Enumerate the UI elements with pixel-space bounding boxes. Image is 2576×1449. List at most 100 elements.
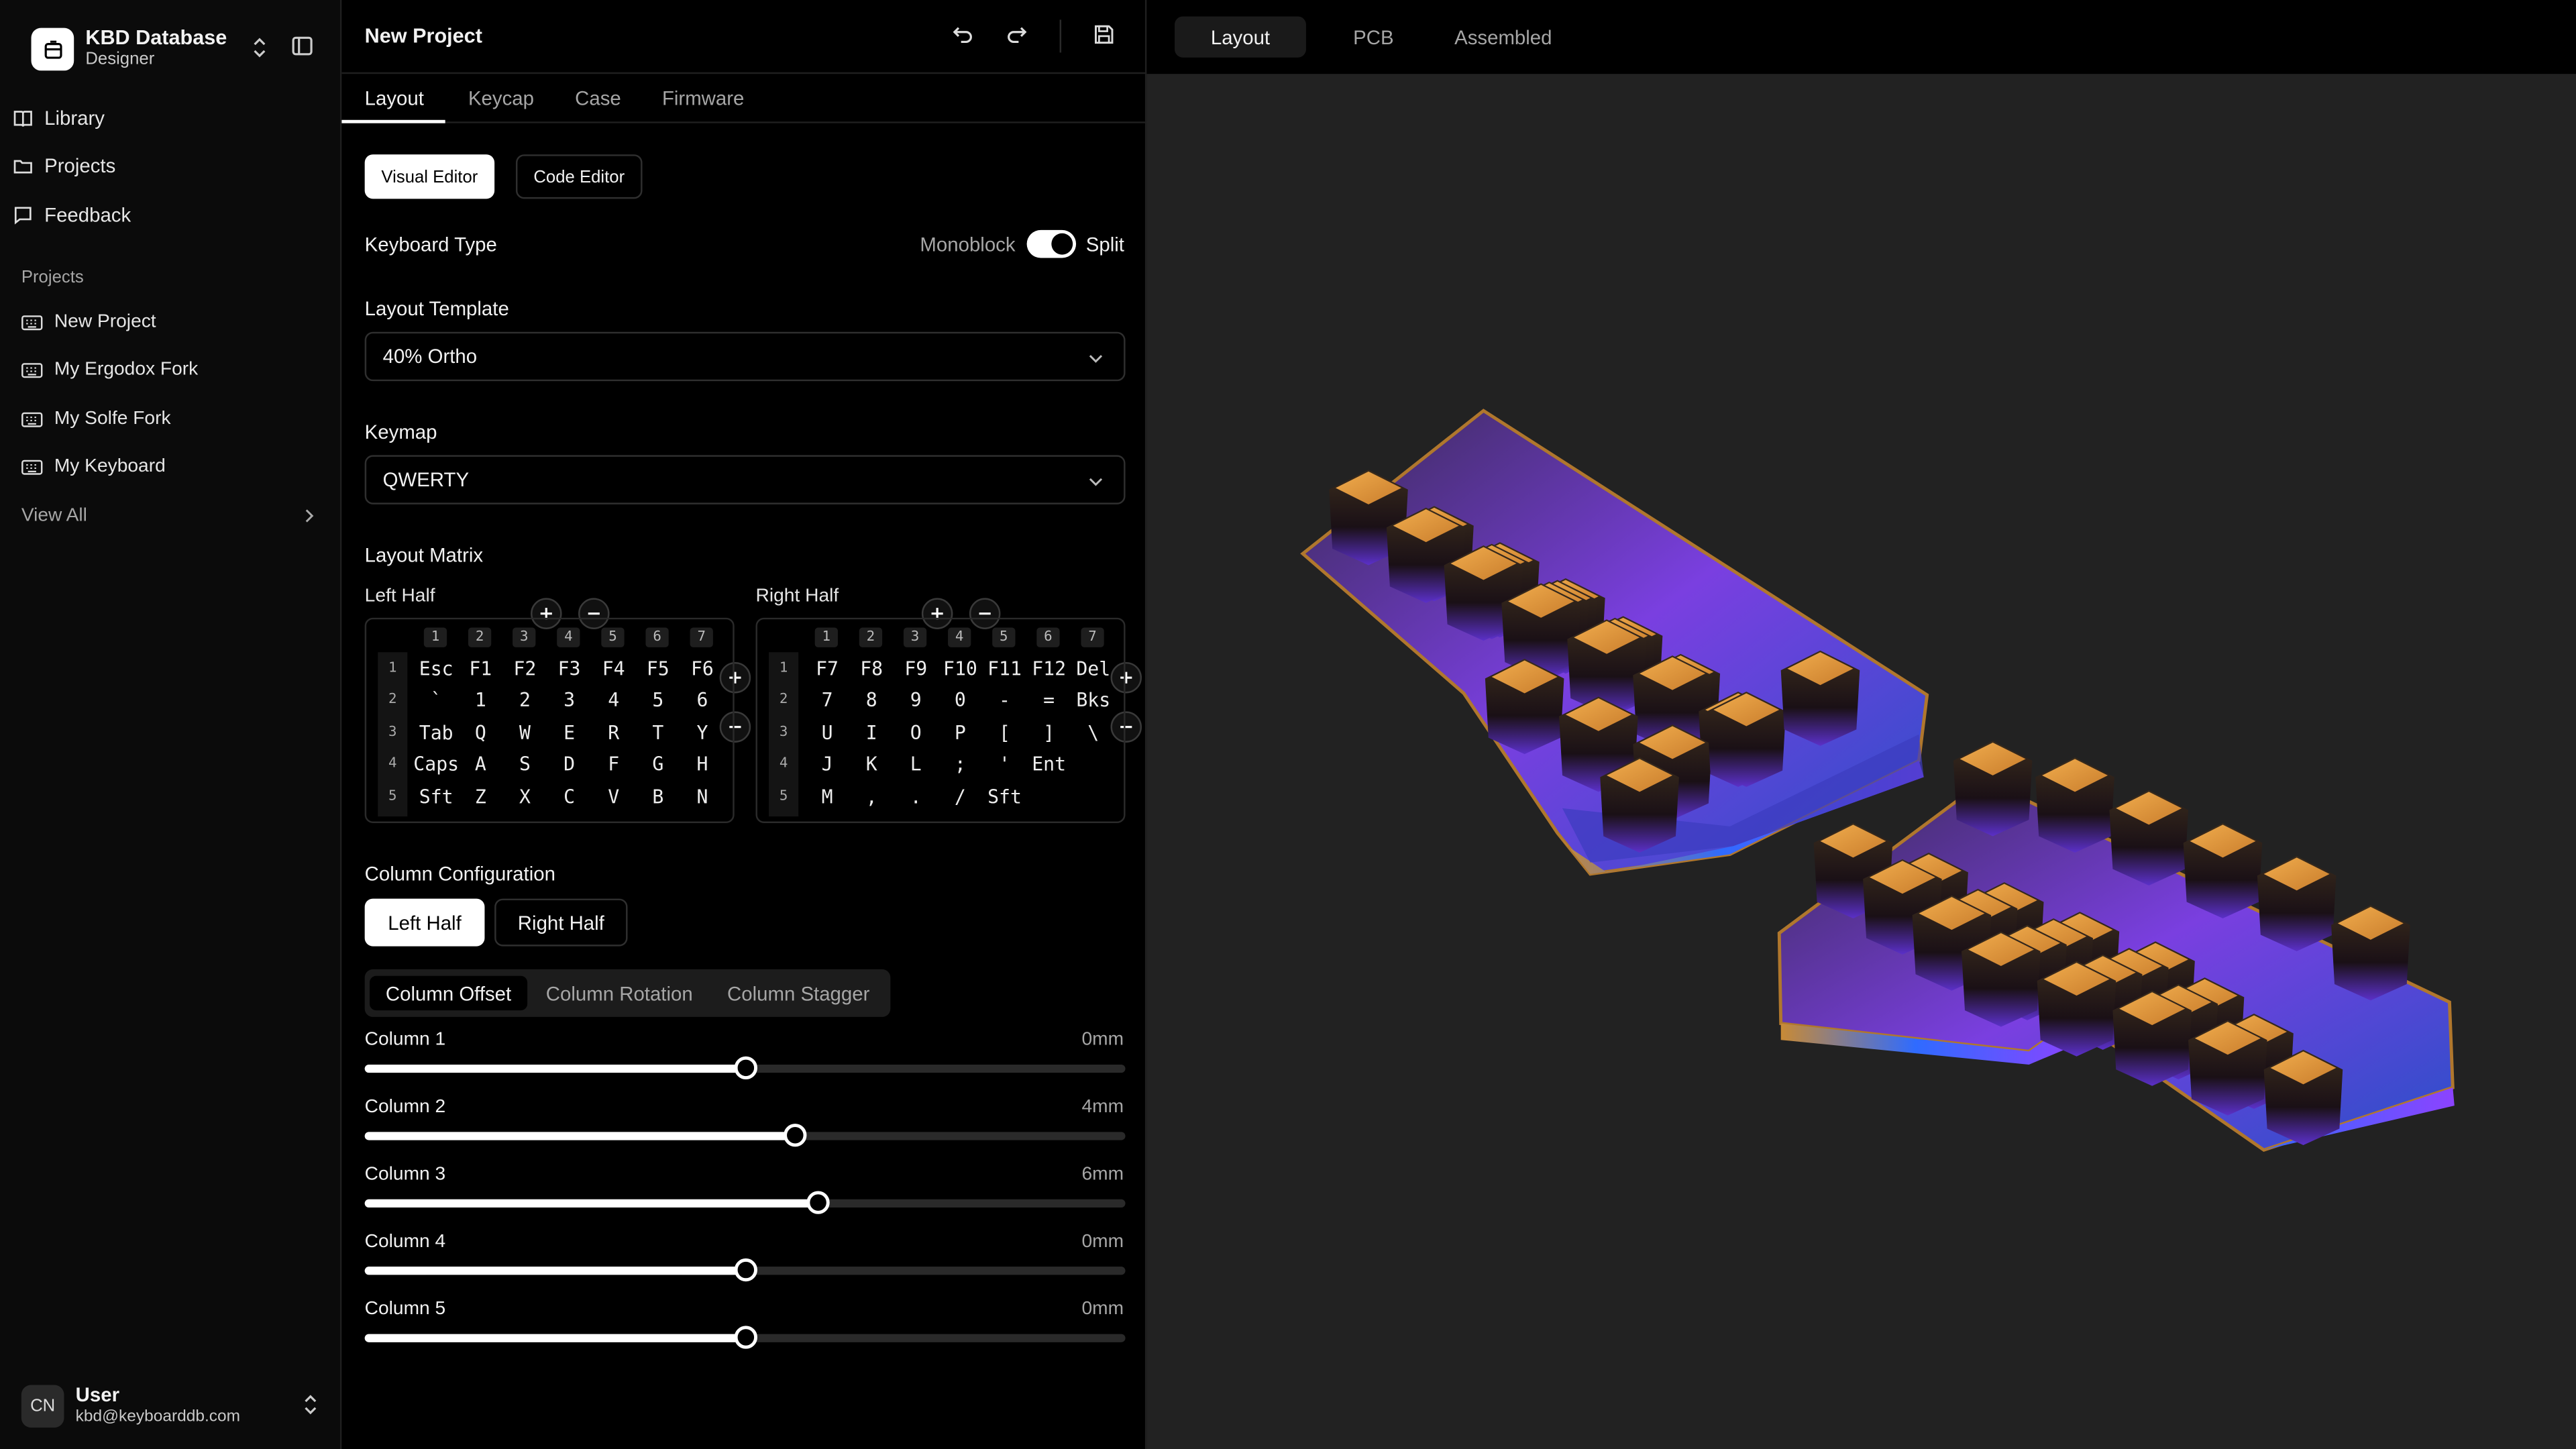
matrix-key-cell[interactable]: F <box>592 749 636 780</box>
view-all-link[interactable]: View All <box>21 498 317 534</box>
matrix-key-cell[interactable]: 3 <box>547 684 592 716</box>
matrix-key-cell[interactable]: ' <box>982 749 1026 780</box>
matrix-key-cell[interactable]: / <box>938 780 982 812</box>
matrix-key-cell[interactable]: Z <box>458 780 502 812</box>
matrix-key-cell[interactable]: = <box>1027 684 1071 716</box>
matrix-key-cell[interactable]: B <box>636 780 680 812</box>
matrix-key-cell[interactable]: Y <box>680 716 724 748</box>
left-half-button[interactable]: Left Half <box>364 898 485 947</box>
matrix-key-cell[interactable]: 1 <box>458 684 502 716</box>
matrix-key-cell[interactable]: G <box>636 749 680 780</box>
column-slider[interactable] <box>364 1124 1126 1147</box>
tab-firmware[interactable]: Firmware <box>662 87 744 110</box>
matrix-key-cell[interactable]: Ent <box>1027 749 1071 780</box>
tab-column-stagger[interactable]: Column Stagger <box>713 976 884 1010</box>
right-half-button[interactable]: Right Half <box>494 898 628 947</box>
matrix-key-cell[interactable]: ] <box>1027 716 1071 748</box>
matrix-key-cell[interactable]: F6 <box>680 652 724 684</box>
matrix-key-cell[interactable]: P <box>938 716 982 748</box>
matrix-key-cell[interactable]: N <box>680 780 724 812</box>
slider-thumb[interactable] <box>733 1326 757 1349</box>
undo-button[interactable] <box>951 23 974 54</box>
matrix-key-cell[interactable]: H <box>680 749 724 780</box>
matrix-key-cell[interactable]: . <box>894 780 938 812</box>
matrix-key-cell[interactable]: Sft <box>982 780 1026 812</box>
slider-thumb[interactable] <box>783 1124 806 1147</box>
matrix-key-cell[interactable]: Q <box>458 716 502 748</box>
column-slider[interactable] <box>364 1326 1126 1349</box>
column-slider[interactable] <box>364 1056 1126 1079</box>
user-menu[interactable]: CN User kbd@keyboarddb.com <box>21 1380 321 1432</box>
matrix-key-cell[interactable]: ; <box>938 749 982 780</box>
matrix-key-cell[interactable]: 0 <box>938 684 982 716</box>
sidebar-toggle-icon[interactable] <box>290 34 313 66</box>
tab-preview-pcb[interactable]: PCB <box>1324 16 1423 57</box>
visual-editor-button[interactable]: Visual Editor <box>364 154 495 199</box>
tab-preview-assembled[interactable]: Assembled <box>1439 16 1567 57</box>
layout-template-select[interactable]: 40% Ortho <box>364 331 1126 382</box>
matrix-key-cell[interactable]: [ <box>982 716 1026 748</box>
tab-column-rotation[interactable]: Column Rotation <box>534 976 705 1010</box>
brand-switcher[interactable]: KBD Database Designer <box>19 19 322 78</box>
matrix-key-cell[interactable]: W <box>502 716 547 748</box>
nav-item-library[interactable]: Library <box>13 100 105 136</box>
matrix-key-cell[interactable]: F9 <box>894 652 938 684</box>
matrix-key-cell[interactable]: 2 <box>502 684 547 716</box>
tab-layout[interactable]: Layout <box>365 87 424 110</box>
slider-thumb[interactable] <box>807 1191 830 1214</box>
project-item[interactable]: My Keyboard <box>21 449 166 485</box>
matrix-key-cell[interactable]: Tab <box>414 716 458 748</box>
code-editor-button[interactable]: Code Editor <box>515 154 643 199</box>
matrix-key-cell[interactable]: 6 <box>680 684 724 716</box>
matrix-key-cell[interactable]: T <box>636 716 680 748</box>
matrix-key-cell[interactable]: F5 <box>636 652 680 684</box>
nav-item-feedback[interactable]: Feedback <box>13 197 131 233</box>
project-item[interactable]: My Ergodox Fork <box>21 352 198 388</box>
matrix-key-cell[interactable]: A <box>458 749 502 780</box>
matrix-key-cell[interactable]: Sft <box>414 780 458 812</box>
matrix-key-cell[interactable]: F3 <box>547 652 592 684</box>
slider-thumb[interactable] <box>733 1056 757 1079</box>
matrix-key-cell[interactable]: L <box>894 749 938 780</box>
tab-column-offset[interactable]: Column Offset <box>370 975 528 1011</box>
matrix-key-cell[interactable]: Esc <box>414 652 458 684</box>
matrix-key-cell[interactable]: - <box>982 684 1026 716</box>
matrix-key-cell[interactable]: F11 <box>982 652 1026 684</box>
matrix-key-cell[interactable]: Caps <box>413 749 459 780</box>
matrix-key-cell[interactable] <box>1071 780 1116 812</box>
slider-thumb[interactable] <box>733 1258 757 1282</box>
matrix-key-cell[interactable]: J <box>805 749 849 780</box>
matrix-key-cell[interactable]: 4 <box>592 684 636 716</box>
matrix-key-cell[interactable]: U <box>805 716 849 748</box>
matrix-key-cell[interactable]: S <box>502 749 547 780</box>
matrix-key-cell[interactable]: Bks <box>1071 684 1116 716</box>
matrix-key-cell[interactable]: K <box>849 749 894 780</box>
matrix-key-cell[interactable]: 5 <box>636 684 680 716</box>
keymap-select[interactable]: QWERTY <box>364 455 1126 504</box>
save-button[interactable] <box>1093 23 1116 54</box>
matrix-key-cell[interactable]: O <box>894 716 938 748</box>
matrix-key-cell[interactable]: ` <box>414 684 458 716</box>
matrix-key-cell[interactable]: M <box>805 780 849 812</box>
matrix-key-cell[interactable]: X <box>502 780 547 812</box>
project-item[interactable]: New Project <box>21 304 156 340</box>
column-slider[interactable] <box>364 1258 1126 1282</box>
matrix-key-cell[interactable]: V <box>592 780 636 812</box>
matrix-key-cell[interactable] <box>1071 749 1116 780</box>
matrix-key-cell[interactable]: F4 <box>592 652 636 684</box>
tab-preview-layout[interactable]: Layout <box>1175 16 1306 58</box>
keyboard-3d-preview[interactable] <box>1146 74 2576 1449</box>
column-slider[interactable] <box>364 1191 1126 1214</box>
matrix-key-cell[interactable]: F2 <box>502 652 547 684</box>
matrix-key-cell[interactable]: Del <box>1071 652 1116 684</box>
tab-keycap[interactable]: Keycap <box>468 87 534 110</box>
matrix-key-cell[interactable]: C <box>547 780 592 812</box>
project-item[interactable]: My Solfe Fork <box>21 401 171 437</box>
matrix-key-cell[interactable]: F7 <box>805 652 849 684</box>
matrix-key-cell[interactable]: D <box>547 749 592 780</box>
keyboard-type-toggle[interactable] <box>1026 229 1077 258</box>
redo-button[interactable] <box>1006 23 1028 54</box>
matrix-key-cell[interactable]: 9 <box>894 684 938 716</box>
matrix-key-cell[interactable]: F1 <box>458 652 502 684</box>
tab-case[interactable]: Case <box>575 87 621 110</box>
